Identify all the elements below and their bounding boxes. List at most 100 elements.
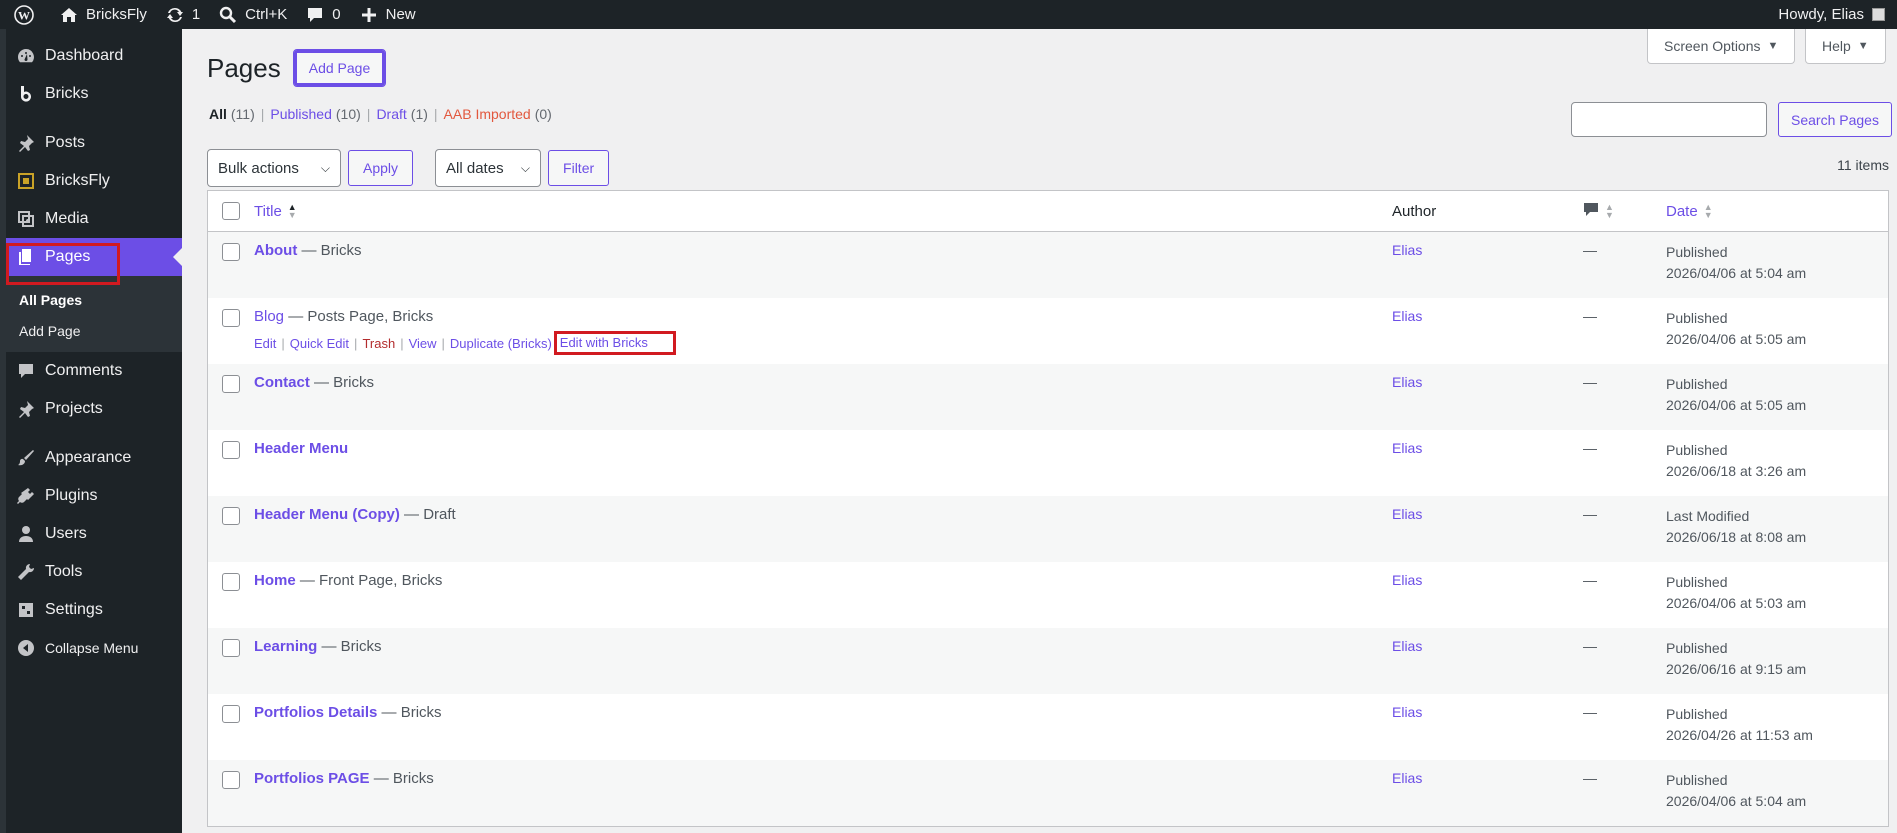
wordpress-logo-icon[interactable]: W — [0, 0, 50, 29]
pin-icon — [16, 399, 36, 419]
add-page-button[interactable]: Add Page — [292, 49, 387, 87]
quick-edit-link[interactable]: Quick Edit — [290, 336, 349, 351]
search-input[interactable] — [1571, 102, 1767, 137]
post-status: Published — [1666, 310, 1728, 326]
filter-all[interactable]: All (11) — [209, 106, 255, 122]
author-link[interactable]: Elias — [1392, 638, 1422, 654]
search-pages-button[interactable]: Search Pages — [1778, 102, 1892, 137]
sort-by-comments[interactable]: ▲ ▼ — [1583, 201, 1666, 221]
menu-media[interactable]: Media — [6, 200, 182, 238]
author-link[interactable]: Elias — [1392, 704, 1422, 720]
apply-button[interactable]: Apply — [348, 150, 414, 186]
dates-value: All dates — [446, 159, 504, 177]
row-checkbox[interactable] — [222, 441, 240, 459]
menu-collapse[interactable]: Collapse Menu — [6, 629, 182, 667]
author-link[interactable]: Elias — [1392, 374, 1422, 390]
menu-pages[interactable]: Pages — [6, 238, 182, 276]
row-checkbox[interactable] — [222, 375, 240, 393]
row-checkbox[interactable] — [222, 507, 240, 525]
my-account[interactable]: Howdy, Elias — [1778, 6, 1897, 23]
row-actions: Edit | Quick Edit | Trash | View | Duplicate… — [254, 331, 1392, 355]
menu-tools[interactable]: Tools — [6, 553, 182, 591]
page-title-link[interactable]: Portfolios Details — [254, 704, 377, 721]
filter-aab-imported[interactable]: AAB Imported (0) — [444, 106, 552, 122]
comments-count: — — [1583, 440, 1597, 456]
row-checkbox[interactable] — [222, 771, 240, 789]
menu-label: Comments — [45, 362, 123, 379]
screen-options-button[interactable]: Screen Options ▼ — [1647, 29, 1796, 64]
filter-aab-label: AAB Imported — [443, 106, 531, 122]
sort-by-title[interactable]: Title ▲ ▼ — [254, 203, 1392, 220]
page-title-link[interactable]: About — [254, 242, 297, 259]
updates-link[interactable]: 1 — [156, 0, 209, 29]
dates-select[interactable]: All dates ⌵ — [435, 149, 542, 187]
separator: | — [441, 335, 445, 351]
page-title-link[interactable]: Header Menu — [254, 440, 348, 457]
menu-bricksfly[interactable]: BricksFly — [6, 162, 182, 200]
page-title-link[interactable]: Contact — [254, 374, 310, 391]
filter-published-count: (10) — [335, 106, 361, 122]
author-link[interactable]: Elias — [1392, 770, 1422, 786]
post-status: Published — [1666, 244, 1728, 260]
caret-down-icon: ▼ — [1767, 40, 1779, 52]
menu-label: Tools — [45, 563, 83, 580]
command-search-link[interactable]: Ctrl+K — [209, 0, 296, 29]
menu-posts[interactable]: Posts — [6, 124, 182, 162]
menu-dashboard[interactable]: Dashboard — [6, 37, 182, 75]
edit-with-bricks-link[interactable]: Edit with Bricks — [553, 331, 676, 355]
page-title-link[interactable]: Header Menu (Copy) — [254, 506, 400, 523]
author-link[interactable]: Elias — [1392, 440, 1422, 456]
page-title-link[interactable]: Portfolios PAGE — [254, 770, 370, 787]
row-checkbox[interactable] — [222, 309, 240, 327]
site-name-link[interactable]: BricksFly — [50, 0, 156, 29]
post-status: Published — [1666, 442, 1728, 458]
edit-link[interactable]: Edit — [254, 336, 276, 351]
menu-users[interactable]: Users — [6, 515, 182, 553]
author-link[interactable]: Elias — [1392, 506, 1422, 522]
caret-down-icon: ▼ — [1857, 40, 1869, 52]
page-title: Pages — [207, 52, 281, 83]
table-row: Portfolios PAGE — Bricks Elias — Publish… — [208, 760, 1888, 826]
submenu-add-page[interactable]: Add Page — [6, 315, 182, 346]
menu-bricks[interactable]: Bricks — [6, 75, 182, 113]
comments-link[interactable]: 0 — [296, 0, 349, 29]
sort-icon: ▲ ▼ — [1605, 202, 1614, 220]
row-checkbox[interactable] — [222, 705, 240, 723]
submenu-all-pages[interactable]: All Pages — [6, 284, 182, 315]
menu-appearance[interactable]: Appearance — [6, 439, 182, 477]
menu-comments[interactable]: Comments — [6, 352, 182, 390]
page-state: — Front Page, Bricks — [295, 572, 443, 589]
help-button[interactable]: Help ▼ — [1805, 29, 1886, 64]
search-icon — [218, 5, 238, 25]
page-title-link[interactable]: Learning — [254, 638, 317, 655]
filter-published[interactable]: Published (10) — [270, 106, 360, 122]
duplicate-bricks-link[interactable]: Duplicate (Bricks) — [450, 336, 552, 351]
bulk-actions-select[interactable]: Bulk actions ⌵ — [207, 149, 341, 187]
menu-projects[interactable]: Projects — [6, 390, 182, 428]
trash-link[interactable]: Trash — [362, 336, 395, 351]
menu-settings[interactable]: Settings — [6, 591, 182, 629]
filter-button[interactable]: Filter — [548, 150, 610, 186]
select-all-checkbox[interactable] — [222, 202, 240, 220]
post-status: Last Modified — [1666, 508, 1750, 524]
row-checkbox[interactable] — [222, 573, 240, 591]
sort-icon: ▲ ▼ — [287, 202, 297, 220]
sort-by-date[interactable]: Date ▲ ▼ — [1666, 203, 1888, 220]
filter-draft[interactable]: Draft (1) — [376, 106, 427, 122]
page-title-link[interactable]: Blog — [254, 308, 284, 325]
menu-label: Appearance — [45, 449, 132, 466]
row-checkbox[interactable] — [222, 639, 240, 657]
new-content-link[interactable]: New — [350, 0, 425, 29]
author-link[interactable]: Elias — [1392, 308, 1422, 324]
screen-options-label: Screen Options — [1664, 38, 1761, 54]
row-checkbox[interactable] — [222, 243, 240, 261]
view-link[interactable]: View — [409, 336, 437, 351]
comment-icon — [16, 361, 36, 381]
menu-label: Settings — [45, 601, 103, 618]
page-title-link[interactable]: Home — [254, 572, 296, 589]
separator: | — [354, 335, 358, 351]
author-link[interactable]: Elias — [1392, 572, 1422, 588]
menu-plugins[interactable]: Plugins — [6, 477, 182, 515]
author-link[interactable]: Elias — [1392, 242, 1422, 258]
dashboard-icon — [16, 46, 36, 66]
